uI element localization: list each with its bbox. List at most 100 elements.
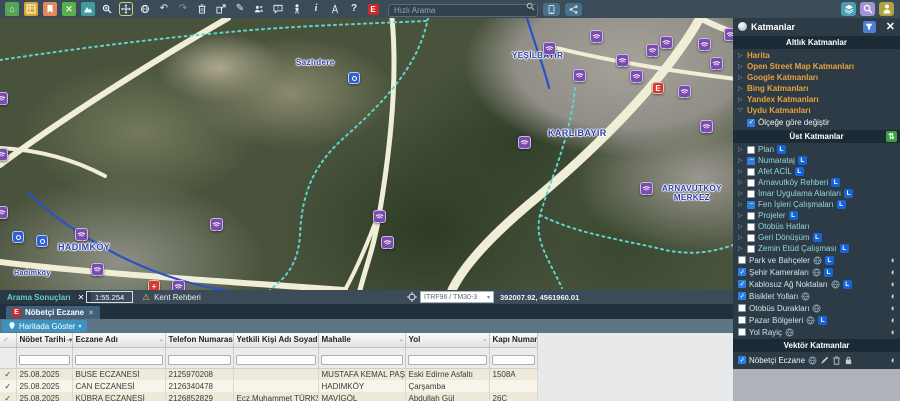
layer-checkbox[interactable] <box>738 356 746 364</box>
feedback-button[interactable]: ? <box>271 2 285 16</box>
wifi-marker[interactable] <box>700 120 713 133</box>
wifi-marker[interactable] <box>646 44 659 57</box>
basemap-button[interactable] <box>81 2 95 16</box>
table-row[interactable]: ✓25.08.2025KÜBRA ECZANESİ2126852829Ecz.M… <box>0 392 537 401</box>
legend-badge[interactable]: L <box>777 145 786 154</box>
expander-icon[interactable]: ▷ <box>738 234 744 241</box>
layer-row[interactable]: Pazar BölgeleriL◐ <box>733 314 900 326</box>
scale-change-checkbox[interactable] <box>747 119 755 127</box>
expander-icon[interactable]: ▷ <box>738 146 744 153</box>
expander-icon[interactable]: ▽ <box>738 107 744 114</box>
close-panel-button[interactable]: ✕ <box>886 20 895 33</box>
table-header-cell[interactable]: Eczane Adı⌄ <box>72 333 165 347</box>
opacity-toggle[interactable]: ◐ <box>891 356 896 365</box>
filter-input[interactable] <box>492 355 535 365</box>
red-poi-marker[interactable]: + <box>148 280 160 290</box>
wifi-marker[interactable] <box>630 70 643 83</box>
undo-button[interactable]: ↶ <box>157 2 171 16</box>
wifi-marker[interactable] <box>573 69 586 82</box>
opacity-toggle[interactable]: ◐ <box>891 328 896 337</box>
wifi-marker[interactable] <box>698 38 711 51</box>
layer-row[interactable]: ▷NumaratajL <box>733 155 900 166</box>
table-header-cell[interactable]: Yol⌄ <box>405 333 489 347</box>
mobile-device-button[interactable] <box>543 3 560 16</box>
row-select-cell[interactable]: ✓ <box>0 392 16 401</box>
legend-badge[interactable]: L <box>825 256 834 265</box>
opacity-toggle[interactable]: ◐ <box>891 256 896 265</box>
wifi-marker[interactable] <box>710 57 723 70</box>
pan-button[interactable] <box>119 2 133 16</box>
expander-icon[interactable]: ▷ <box>738 212 744 219</box>
search-panel-button[interactable] <box>860 2 875 16</box>
show-on-map-button[interactable]: Haritada Göster ▾ <box>2 320 87 332</box>
blue-poi-marker[interactable] <box>12 231 24 243</box>
layer-order-button[interactable]: ⇅ <box>886 131 897 142</box>
expander-icon[interactable]: ▷ <box>738 223 744 230</box>
column-menu-icon[interactable]: ⌄ <box>65 336 70 343</box>
opacity-toggle[interactable]: ◐ <box>891 280 896 289</box>
expander-icon[interactable]: ▷ <box>738 52 744 59</box>
wifi-marker[interactable] <box>543 42 556 55</box>
wifi-marker[interactable] <box>678 85 691 98</box>
column-menu-icon[interactable]: ⌄ <box>398 336 403 343</box>
expander-icon[interactable]: ▷ <box>738 245 744 252</box>
layer-checkbox[interactable] <box>738 268 746 276</box>
layer-checkbox[interactable] <box>738 292 746 300</box>
clear-selection-button[interactable]: ✕ <box>62 2 76 16</box>
layer-row[interactable]: Otobüs Durakları◐ <box>733 302 900 314</box>
expander-icon[interactable]: ▷ <box>738 96 744 103</box>
wifi-marker[interactable] <box>91 263 104 276</box>
projection-select[interactable]: ITRF96 / TM30-3 ▾ <box>420 291 494 303</box>
layer-filter-button[interactable] <box>863 21 876 33</box>
base-layer-row[interactable]: ▷Yandex Katmanları <box>733 94 900 105</box>
vector-layer-row[interactable]: Nöbetçi Eczane◐ <box>733 353 900 367</box>
blue-poi-marker[interactable] <box>36 235 48 247</box>
blue-poi-marker[interactable] <box>348 72 360 84</box>
base-layer-row[interactable]: ▷Bing Katmanları <box>733 83 900 94</box>
layer-row[interactable]: ▷Geri DönüşümL <box>733 232 900 243</box>
row-select-cell[interactable]: ✓ <box>0 380 16 392</box>
help-button[interactable]: ? <box>347 2 361 16</box>
wifi-marker[interactable] <box>0 148 8 161</box>
layer-row[interactable]: Yol Rayiç◐ <box>733 326 900 338</box>
wifi-marker[interactable] <box>518 136 531 149</box>
filter-input[interactable] <box>75 355 163 365</box>
table-row[interactable]: ✓25.08.2025BUSE ECZANESİ2125970208MUSTAF… <box>0 368 537 380</box>
wifi-marker[interactable] <box>640 182 653 195</box>
wifi-marker[interactable] <box>75 228 88 241</box>
legend-badge[interactable]: L <box>813 233 822 242</box>
layer-row[interactable]: Bisiklet Yolları◐ <box>733 290 900 302</box>
lock-icon[interactable] <box>844 356 853 365</box>
layer-checkbox[interactable] <box>738 328 746 336</box>
wifi-marker[interactable] <box>0 92 8 105</box>
delete-button[interactable] <box>195 2 209 16</box>
layer-row[interactable]: ▷İmar Uygulama AlanlarıL <box>733 188 900 199</box>
street-view-button[interactable] <box>290 2 304 16</box>
layer-row[interactable]: ▷Zemin Etüd ÇalışmasıL <box>733 243 900 254</box>
layer-checkbox[interactable] <box>747 201 755 209</box>
close-tab-icon[interactable]: ✕ <box>88 309 94 317</box>
legend-badge[interactable]: L <box>831 178 840 187</box>
opacity-toggle[interactable]: ◐ <box>891 304 896 313</box>
user-panel-button[interactable] <box>879 2 894 16</box>
filter-input[interactable] <box>168 355 231 365</box>
base-layer-row[interactable]: ▷Google Katmanları <box>733 72 900 83</box>
wifi-marker[interactable] <box>210 218 223 231</box>
table-header-cell[interactable]: Telefon Numarası⌄ <box>165 333 233 347</box>
legend-badge[interactable]: L <box>844 189 853 198</box>
zoom-in-button[interactable] <box>100 2 114 16</box>
legend-badge[interactable]: L <box>818 316 827 325</box>
filter-input[interactable] <box>236 355 316 365</box>
layer-row[interactable]: Kablosuz Ağ NoktalarıL◐ <box>733 278 900 290</box>
layer-checkbox[interactable] <box>738 316 746 324</box>
layer-row[interactable]: ▷ProjelerL <box>733 210 900 221</box>
column-menu-icon[interactable]: ⌄ <box>158 336 163 343</box>
wifi-marker[interactable] <box>616 54 629 67</box>
share-button[interactable] <box>565 3 582 16</box>
expander-icon[interactable]: ▷ <box>738 157 744 164</box>
expander-icon[interactable]: ▷ <box>738 190 744 197</box>
base-layer-row[interactable]: ▷Harita <box>733 50 900 61</box>
edit-icon[interactable] <box>820 356 829 365</box>
layer-row[interactable]: ▷Afet ACİLL <box>733 166 900 177</box>
expander-icon[interactable]: ▷ <box>738 168 744 175</box>
